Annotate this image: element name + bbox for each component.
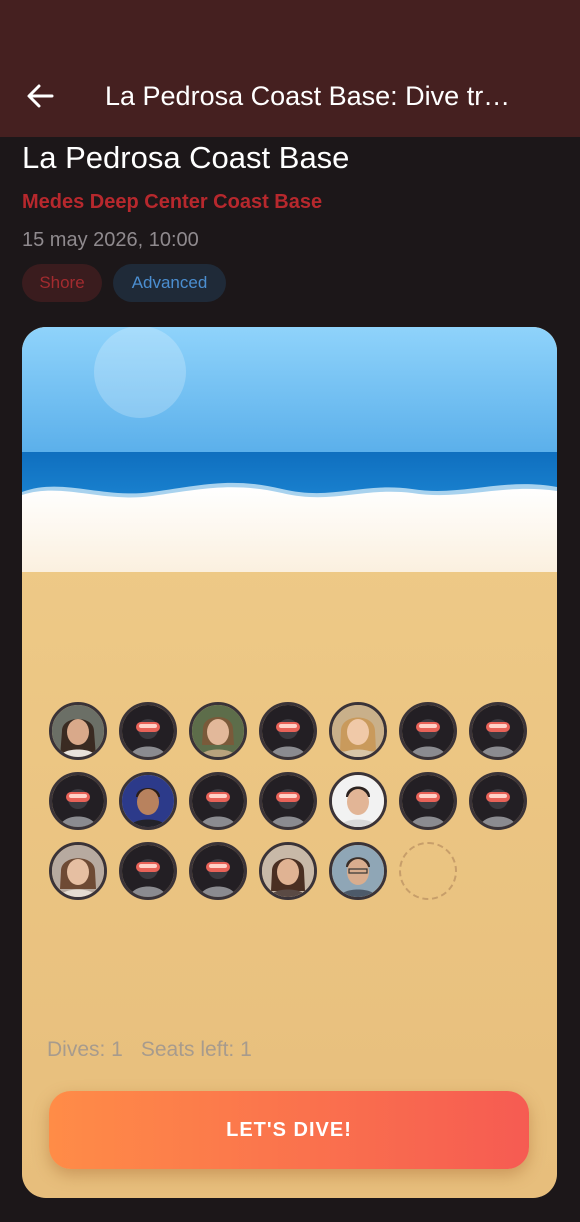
- dive-center-name[interactable]: Medes Deep Center Coast Base: [22, 188, 322, 216]
- beach-illustration: [22, 327, 557, 572]
- diver-avatar-placeholder[interactable]: [259, 772, 317, 830]
- diver-mask-icon: [192, 845, 244, 897]
- seats-left: Seats left: 1: [140, 1038, 252, 1061]
- diver-mask-icon: [402, 705, 454, 757]
- dive-stats: Dives: 1 Seats left: 1: [47, 1035, 252, 1065]
- dive-card: Dives: 1 Seats left: 1 LET'S DIVE!: [22, 327, 557, 1198]
- diver-avatar-placeholder[interactable]: [469, 772, 527, 830]
- diver-avatar-placeholder[interactable]: [119, 842, 177, 900]
- diver-avatar-placeholder[interactable]: [189, 772, 247, 830]
- diver-row: [49, 772, 539, 830]
- arrow-back-icon: [27, 84, 54, 108]
- dive-site-title: La Pedrosa Coast Base: [22, 140, 350, 175]
- diver-avatar-photo[interactable]: [329, 772, 387, 830]
- diver-mask-icon: [402, 775, 454, 827]
- diver-mask-icon: [472, 775, 524, 827]
- diver-avatar-photo[interactable]: [49, 702, 107, 760]
- dives-count: Dives: 1: [47, 1038, 123, 1061]
- diver-avatar-placeholder[interactable]: [399, 702, 457, 760]
- person-photo-icon: [52, 705, 104, 757]
- diver-row: [49, 842, 539, 900]
- diver-avatar-photo[interactable]: [329, 702, 387, 760]
- diver-avatar-photo[interactable]: [119, 772, 177, 830]
- diver-mask-icon: [192, 775, 244, 827]
- back-button[interactable]: [22, 78, 58, 114]
- diver-avatar-placeholder[interactable]: [189, 842, 247, 900]
- tag-level: Advanced: [113, 264, 226, 302]
- diver-avatar-placeholder[interactable]: [49, 772, 107, 830]
- diver-avatar-placeholder[interactable]: [119, 702, 177, 760]
- diver-mask-icon: [262, 775, 314, 827]
- diver-mask-icon: [52, 775, 104, 827]
- diver-avatar-photo[interactable]: [189, 702, 247, 760]
- diver-row: [49, 702, 539, 760]
- person-photo-icon: [192, 705, 244, 757]
- person-photo-icon: [332, 705, 384, 757]
- empty-seat[interactable]: [399, 842, 457, 900]
- person-photo-icon: [262, 845, 314, 897]
- person-photo-icon: [332, 775, 384, 827]
- diver-avatar-photo[interactable]: [49, 842, 107, 900]
- diver-avatar-photo[interactable]: [259, 842, 317, 900]
- page-title: La Pedrosa Coast Base: Dive tr…: [105, 81, 511, 111]
- diver-avatar-placeholder[interactable]: [469, 702, 527, 760]
- diver-mask-icon: [472, 705, 524, 757]
- diver-avatar-placeholder[interactable]: [259, 702, 317, 760]
- app-bar: La Pedrosa Coast Base: Dive tr…: [0, 0, 580, 137]
- diver-avatar-photo[interactable]: [329, 842, 387, 900]
- person-photo-icon: [52, 845, 104, 897]
- diver-avatar-placeholder[interactable]: [399, 772, 457, 830]
- person-photo-icon: [332, 845, 384, 897]
- diver-mask-icon: [122, 845, 174, 897]
- diver-mask-icon: [262, 705, 314, 757]
- lets-dive-button[interactable]: LET'S DIVE!: [49, 1091, 529, 1169]
- diver-mask-icon: [122, 705, 174, 757]
- tag-shore: Shore: [22, 264, 102, 302]
- dive-datetime: 15 may 2026, 10:00: [22, 229, 199, 251]
- person-photo-icon: [122, 775, 174, 827]
- diver-seats: [49, 702, 539, 912]
